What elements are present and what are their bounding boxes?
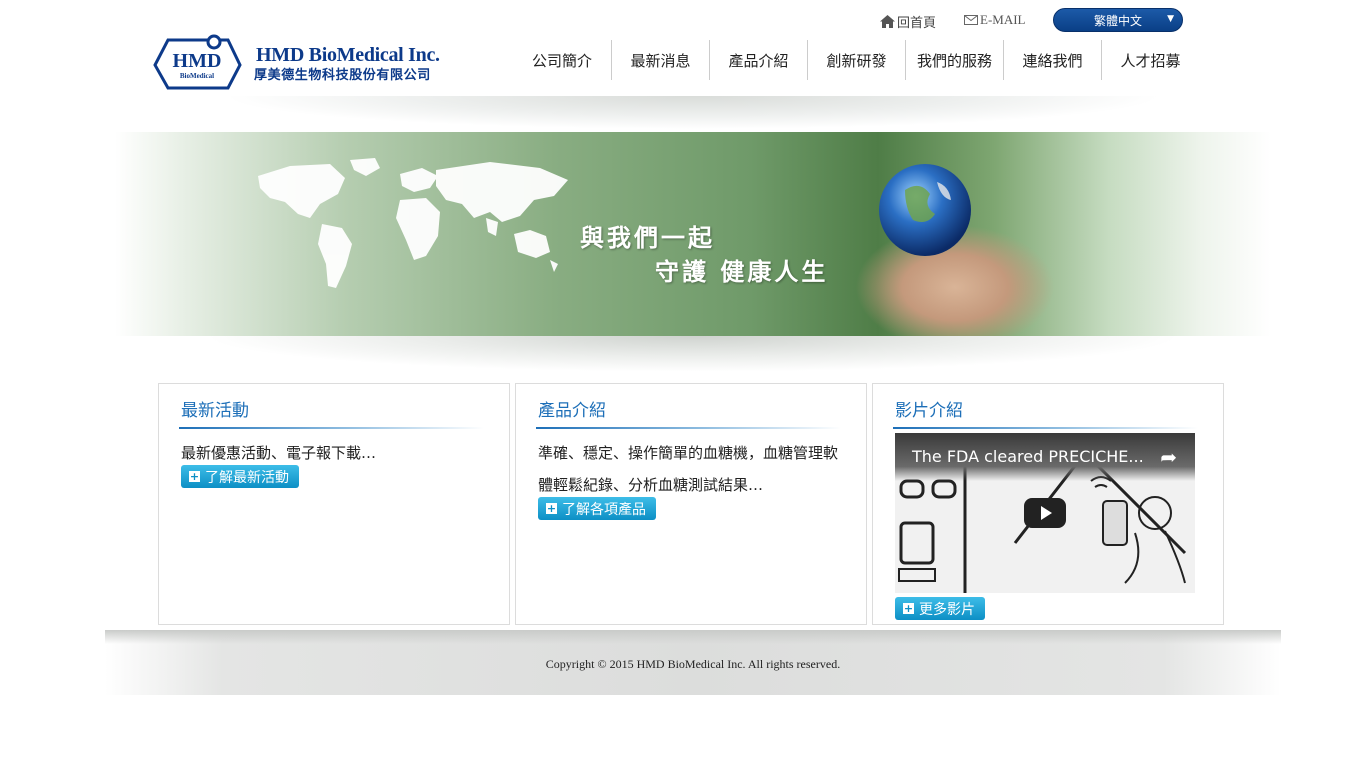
banner-tagline-line1: 與我們一起 [580, 224, 715, 252]
videos-more-button-label: 更多影片 [919, 601, 975, 618]
videos-box-title: 影片介紹 [895, 401, 963, 421]
footer: Copyright © 2015 HMD BioMedical Inc. All… [105, 630, 1281, 695]
nav-item-products[interactable]: 產品介紹 [709, 40, 807, 80]
svg-text:BioMedical: BioMedical [180, 72, 214, 80]
videos-box: 影片介紹 The FDA cleared PRECICHE... ➦ + 更多影… [872, 383, 1224, 625]
play-icon [1041, 506, 1052, 520]
news-box-divider [179, 427, 484, 429]
news-box-title: 最新活動 [181, 401, 249, 421]
banner-tagline-line2: 守護 健康人生 [655, 258, 829, 286]
banner-image: 與我們一起 守護 健康人生 [115, 132, 1271, 339]
nav-item-careers[interactable]: 人才招募 [1101, 40, 1199, 80]
hmd-hexagon-logo-icon: HMD BioMedical [153, 34, 242, 90]
plus-icon: + [903, 602, 914, 615]
hero-banner: 與我們一起 守護 健康人生 [95, 96, 1291, 382]
products-more-button-label: 了解各項產品 [562, 501, 646, 518]
products-box-text: 準確、穩定、操作簡單的血糖機，血糖管理軟體輕鬆紀錄、分析血糖測試結果… [538, 444, 839, 494]
products-more-button[interactable]: + 了解各項產品 [538, 497, 656, 520]
home-icon [880, 15, 895, 28]
news-more-button[interactable]: + 了解最新活動 [181, 465, 299, 488]
products-box-divider [536, 427, 841, 429]
language-select[interactable]: 繁體中文 ▼ [1053, 8, 1183, 32]
nav-item-news[interactable]: 最新消息 [611, 40, 709, 80]
envelope-icon [964, 15, 978, 25]
email-link-label: E-MAIL [980, 12, 1026, 27]
plus-icon: + [546, 502, 557, 515]
videos-box-divider [893, 427, 1198, 429]
utility-bar: 回首頁 E-MAIL 繁體中文 ▼ [0, 8, 1366, 34]
news-box: 最新活動 最新優惠活動、電子報下載… + 了解最新活動 [158, 383, 510, 625]
play-button[interactable] [1024, 498, 1066, 528]
news-more-button-label: 了解最新活動 [205, 469, 289, 486]
plus-icon: + [189, 470, 200, 483]
logo-name-zh: 厚美德生物科技股份有限公司 [254, 68, 431, 83]
copyright-text: Copyright © 2015 HMD BioMedical Inc. All… [545, 657, 841, 671]
svg-text:HMD: HMD [173, 50, 222, 72]
email-link[interactable]: E-MAIL [964, 12, 1026, 28]
language-select-value: 繁體中文 [1093, 13, 1142, 28]
nav-item-services[interactable]: 我們的服務 [905, 40, 1003, 80]
home-link[interactable]: 回首頁 [880, 12, 936, 31]
nav-item-about[interactable]: 公司簡介 [513, 40, 611, 80]
globe-icon [879, 164, 971, 256]
world-map-icon [258, 158, 568, 288]
video-player[interactable]: The FDA cleared PRECICHE... ➦ [895, 433, 1195, 593]
dropdown-arrow-icon: ▼ [1167, 14, 1174, 24]
videos-more-button[interactable]: + 更多影片 [895, 597, 985, 620]
video-title: The FDA cleared PRECICHE... [912, 447, 1144, 466]
nav-item-contact[interactable]: 連絡我們 [1003, 40, 1101, 80]
share-icon[interactable]: ➦ [1160, 445, 1177, 469]
company-logo[interactable]: HMD BioMedical HMD BioMedical Inc. 厚美德生物… [152, 34, 457, 92]
banner-bottom-shadow [95, 336, 1291, 382]
products-box-title: 產品介紹 [538, 401, 606, 421]
footer-shadow [105, 630, 1281, 644]
main-nav: 公司簡介 最新消息 產品介紹 創新研發 我們的服務 連絡我們 人才招募 [513, 40, 1199, 80]
home-link-label: 回首頁 [897, 16, 937, 31]
products-box: 產品介紹 準確、穩定、操作簡單的血糖機，血糖管理軟體輕鬆紀錄、分析血糖測試結果…… [515, 383, 867, 625]
nav-item-research[interactable]: 創新研發 [807, 40, 905, 80]
